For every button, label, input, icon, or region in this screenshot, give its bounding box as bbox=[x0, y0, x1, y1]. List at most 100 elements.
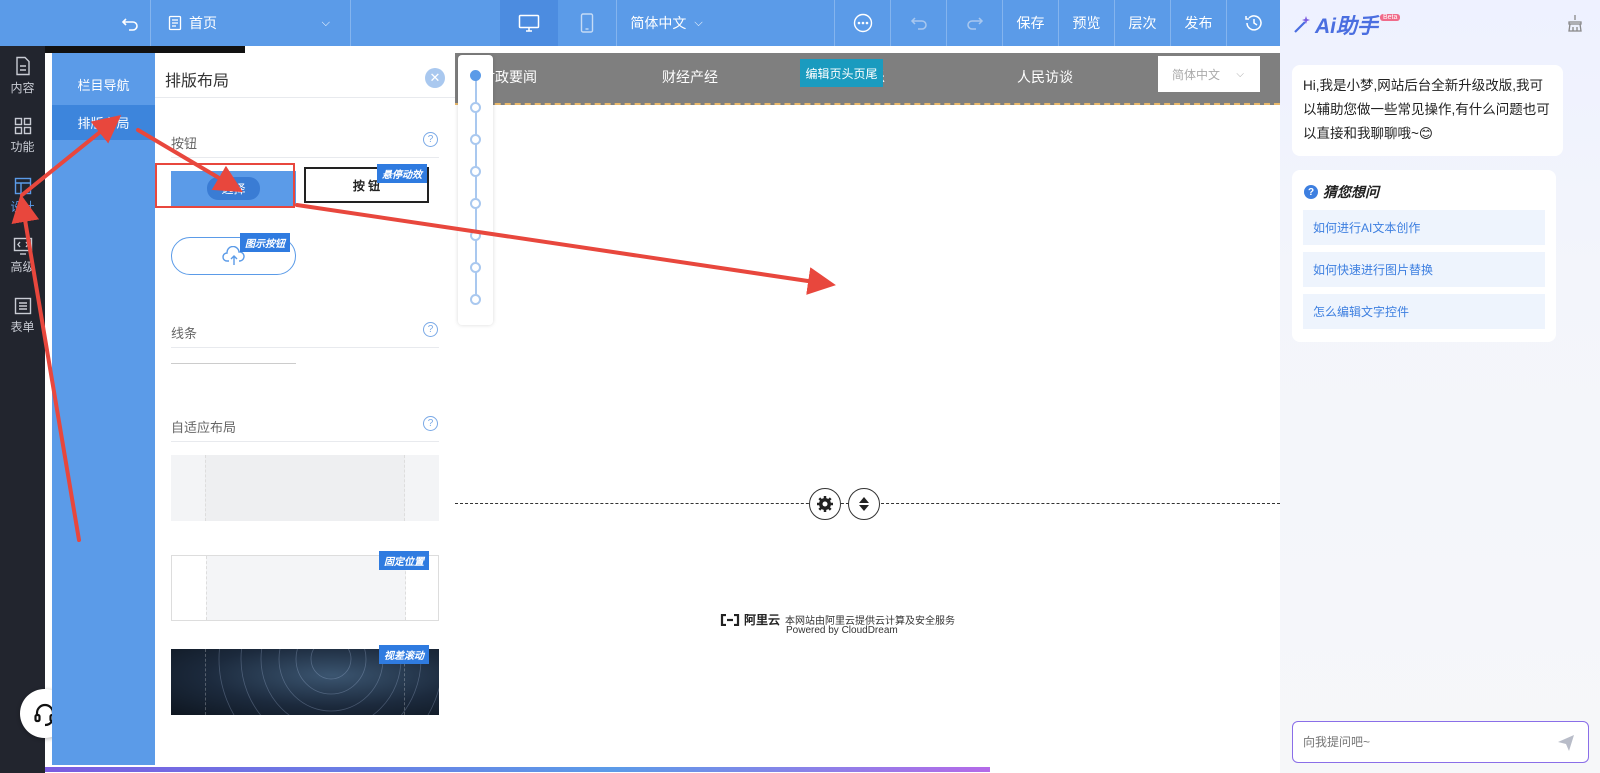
timeline-dot[interactable] bbox=[470, 134, 481, 145]
timeline-dot[interactable] bbox=[470, 230, 481, 241]
site-nav-item[interactable]: 人民访谈 bbox=[1017, 67, 1073, 87]
aliyun-logo: 阿里云 bbox=[720, 611, 780, 628]
redo-icon bbox=[966, 17, 983, 30]
page-select[interactable]: 首页 ⌵ bbox=[150, 0, 350, 46]
ai-greeting-card: Hi,我是小梦,网站后台全新升级改版,我可以辅助您做一些常见操作,有什么问题也可… bbox=[1292, 65, 1563, 156]
timeline-dot-active[interactable] bbox=[470, 70, 481, 81]
undo-arrow-icon bbox=[121, 18, 138, 31]
selection-highlight-box bbox=[155, 163, 295, 208]
layout-sample-inner bbox=[205, 649, 405, 715]
panel-nav-column-nav[interactable]: 栏目导航 bbox=[52, 67, 155, 102]
document-icon bbox=[168, 15, 182, 31]
redo-button[interactable] bbox=[946, 0, 1002, 46]
ai-clear-button[interactable] bbox=[1566, 14, 1584, 37]
left-rail: 内容 功能 设计 高级 表单 bbox=[0, 46, 69, 773]
send-icon[interactable] bbox=[1557, 734, 1575, 752]
publish-button[interactable]: 发布 bbox=[1170, 0, 1226, 46]
tag-icon-button: 图示按钮 bbox=[240, 233, 290, 252]
close-icon: ✕ bbox=[429, 70, 441, 85]
section-settings-button[interactable] bbox=[809, 488, 841, 520]
phone-icon bbox=[580, 13, 594, 33]
monitor-icon bbox=[518, 14, 540, 32]
suggestion-item[interactable]: 怎么编辑文字控件 bbox=[1303, 294, 1545, 329]
layout-sample-inner bbox=[205, 455, 405, 521]
layers-button[interactable]: 层次 bbox=[1114, 0, 1170, 46]
desktop-view-button[interactable] bbox=[500, 0, 558, 46]
footer-brand: 阿里云 bbox=[744, 613, 781, 627]
sparkle-wand-icon bbox=[1294, 16, 1310, 33]
guess-title: 猜您想问 bbox=[1323, 184, 1379, 200]
history-button[interactable] bbox=[1226, 0, 1280, 46]
broom-icon bbox=[1568, 15, 1582, 32]
language-label: 简体中文 bbox=[630, 15, 687, 31]
divider bbox=[171, 157, 439, 158]
page-name: 首页 bbox=[189, 15, 217, 31]
site-language-select[interactable]: 简体中文 ⌵ bbox=[1158, 56, 1260, 92]
form-icon bbox=[14, 297, 31, 315]
chevron-down-icon: ⌵ bbox=[694, 16, 703, 29]
section-title-line: 线条 bbox=[171, 326, 198, 341]
rail-label: 内容 bbox=[10, 81, 35, 95]
back-button[interactable] bbox=[110, 0, 150, 46]
file-icon bbox=[15, 56, 30, 76]
rail-item-form[interactable]: 表单 bbox=[0, 288, 45, 344]
ai-title-text: Ai助手 bbox=[1315, 15, 1378, 38]
help-icon[interactable]: ? bbox=[423, 322, 438, 337]
undo-button[interactable] bbox=[890, 0, 946, 46]
panel-close-button[interactable]: ✕ bbox=[425, 68, 445, 88]
guess-title-row: ? 猜您想问 bbox=[1304, 182, 1379, 202]
rail-item-advanced[interactable]: 高级 bbox=[0, 228, 45, 284]
site-footer: 阿里云 本网站由阿里云提供云计算及安全服务 Powered by CloudDr… bbox=[720, 609, 980, 639]
ai-title: Ai助手 Beta bbox=[1292, 10, 1401, 40]
section-title-adaptive: 自适应布局 bbox=[171, 420, 237, 435]
gear-icon bbox=[817, 496, 833, 512]
divider bbox=[155, 97, 455, 98]
language-select[interactable]: 简体中文 ⌵ bbox=[616, 0, 716, 46]
canvas-top-black bbox=[45, 46, 245, 53]
tag-hover-effect: 悬停动效 bbox=[377, 164, 427, 183]
suggestion-item[interactable]: 如何进行AI文本创作 bbox=[1303, 210, 1545, 245]
code-icon bbox=[13, 237, 32, 255]
chevron-down-icon: ⌵ bbox=[1236, 68, 1244, 80]
timeline-slider[interactable] bbox=[458, 55, 493, 325]
rail-item-content[interactable]: 内容 bbox=[0, 48, 45, 104]
divider bbox=[171, 441, 439, 442]
rail-label: 高级 bbox=[10, 260, 35, 274]
ai-assistant-panel: Ai助手 Beta Hi,我是小梦,网站后台全新升级改版,我可以辅助您做一些常见… bbox=[1280, 0, 1600, 773]
timeline-dot[interactable] bbox=[470, 166, 481, 177]
help-icon[interactable]: ? bbox=[423, 416, 438, 431]
rail-label: 功能 bbox=[10, 140, 35, 154]
chevron-down-icon: ⌵ bbox=[321, 16, 330, 29]
help-icon[interactable]: ? bbox=[423, 132, 438, 147]
line-sample[interactable] bbox=[171, 363, 296, 364]
panel-title: 排版布局 bbox=[165, 73, 230, 90]
timeline-dot[interactable] bbox=[470, 102, 481, 113]
layout-sample-default[interactable] bbox=[171, 455, 439, 521]
rail-label: 表单 bbox=[10, 320, 35, 334]
preview-button[interactable]: 预览 bbox=[1058, 0, 1114, 46]
rail-item-function[interactable]: 功能 bbox=[0, 108, 45, 164]
rail-label: 设计 bbox=[10, 200, 35, 214]
panel-nav: 栏目导航 排版布局 bbox=[52, 53, 155, 765]
footer-line2: Powered by CloudDream bbox=[786, 625, 898, 636]
mobile-view-button[interactable] bbox=[558, 0, 616, 46]
edit-header-footer-badge[interactable]: 编辑页头页尾 bbox=[800, 59, 883, 87]
more-button[interactable] bbox=[834, 0, 890, 46]
save-button[interactable]: 保存 bbox=[1002, 0, 1058, 46]
timeline-dot[interactable] bbox=[470, 262, 481, 273]
ai-input-field[interactable] bbox=[1303, 732, 1543, 752]
sort-icon bbox=[859, 497, 869, 511]
rail-item-design[interactable]: 设计 bbox=[0, 168, 45, 224]
ai-input-box[interactable] bbox=[1292, 721, 1589, 763]
section-reorder-button[interactable] bbox=[848, 488, 880, 520]
grid-icon bbox=[14, 117, 31, 135]
timeline-dot[interactable] bbox=[470, 294, 481, 305]
site-language-label: 简体中文 bbox=[1172, 67, 1221, 82]
timeline-dot[interactable] bbox=[470, 198, 481, 209]
top-toolbar: 首页 ⌵ 简体中文 ⌵ 保存 预览 层次 发布 bbox=[0, 0, 1280, 46]
site-nav-item[interactable]: 财经产经 bbox=[662, 67, 718, 87]
suggestion-item[interactable]: 如何快速进行图片替换 bbox=[1303, 252, 1545, 287]
undo-icon bbox=[910, 17, 927, 30]
history-icon bbox=[1244, 15, 1262, 31]
panel-nav-layout[interactable]: 排版布局 bbox=[52, 105, 155, 140]
